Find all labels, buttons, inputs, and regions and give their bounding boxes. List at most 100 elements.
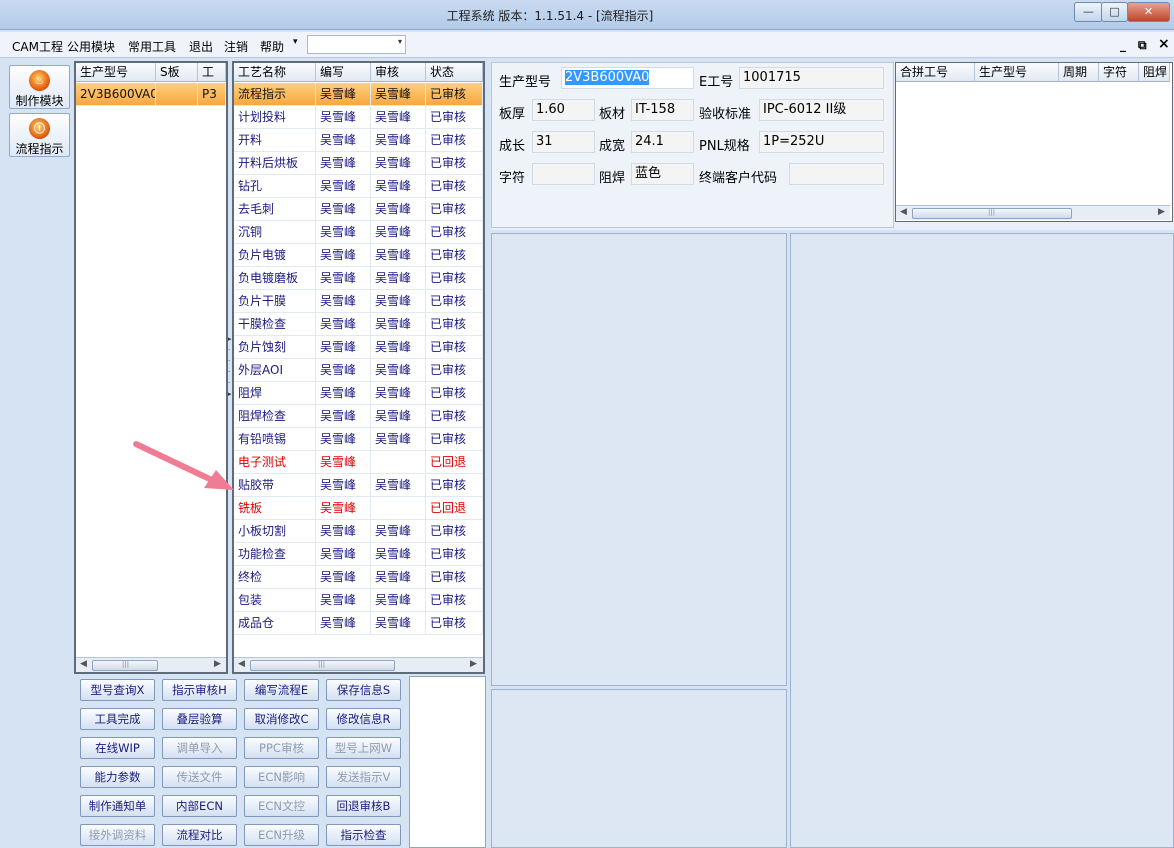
action-button-23[interactable]: ECN升级 xyxy=(244,824,319,846)
horizontal-scrollbar[interactable]: ◀ ||| ▶ xyxy=(896,205,1170,220)
table-row[interactable]: 负片干膜 吴雪峰 吴雪峰 已审核 xyxy=(234,290,483,313)
length-field[interactable]: 31 xyxy=(532,131,595,153)
action-button-6[interactable]: 叠层验算 xyxy=(162,708,237,730)
table-row[interactable]: 外层AOI 吴雪峰 吴雪峰 已审核 xyxy=(234,359,483,382)
table-row[interactable]: 终检 吴雪峰 吴雪峰 已审核 xyxy=(234,566,483,589)
mdi-close-button[interactable]: × xyxy=(1158,36,1170,52)
table-row[interactable]: 功能检查 吴雪峰 吴雪峰 已审核 xyxy=(234,543,483,566)
action-button-21[interactable]: 接外调资料 xyxy=(80,824,155,846)
table-row[interactable]: 包装 吴雪峰 吴雪峰 已审核 xyxy=(234,589,483,612)
col-s-board[interactable]: S板 xyxy=(156,63,198,82)
action-button-3[interactable]: 编写流程E xyxy=(244,679,319,701)
table-row[interactable]: 阻焊检查 吴雪峰 吴雪峰 已审核 xyxy=(234,405,483,428)
col-writer[interactable]: 编写 xyxy=(316,63,371,82)
mdi-restore-button[interactable]: ⧉ xyxy=(1138,38,1147,53)
action-button-12[interactable]: 型号上网W xyxy=(326,737,401,759)
table-row[interactable]: 阻焊 吴雪峰 吴雪峰 已审核 xyxy=(234,382,483,405)
table-row[interactable]: 成品仓 吴雪峰 吴雪峰 已审核 xyxy=(234,612,483,635)
width-field[interactable]: 24.1 xyxy=(631,131,694,153)
splitter-handle[interactable]: ▸ · · · · ▸ xyxy=(228,334,232,400)
scroll-right-icon[interactable]: ▶ xyxy=(214,659,221,669)
customer-code-field[interactable] xyxy=(789,163,884,185)
menu-overflow-chevron-icon[interactable]: ▾ xyxy=(293,37,298,53)
action-button-11[interactable]: PPC审核 xyxy=(244,737,319,759)
customer-code-label: 终端客户代码 xyxy=(699,171,778,186)
menu-help[interactable]: 帮助 xyxy=(260,38,284,54)
scroll-left-icon[interactable]: ◀ xyxy=(80,659,87,669)
table-row[interactable]: 干膜检查 吴雪峰 吴雪峰 已审核 xyxy=(234,313,483,336)
action-button-9[interactable]: 在线WIP xyxy=(80,737,155,759)
close-button[interactable]: ✕ xyxy=(1127,2,1170,22)
action-button-8[interactable]: 修改信息R xyxy=(326,708,401,730)
nav-item-process-instruction[interactable]: Ⓘ 流程指示 xyxy=(9,113,70,157)
action-button-13[interactable]: 能力参数 xyxy=(80,766,155,788)
menu-common-modules[interactable]: 公用模块 xyxy=(67,38,115,54)
maximize-button[interactable]: □ xyxy=(1101,2,1128,22)
action-button-4[interactable]: 保存信息S xyxy=(326,679,401,701)
col-silkscreen[interactable]: 字符 xyxy=(1099,63,1139,82)
menu-cam[interactable]: CAM工程 xyxy=(12,38,63,54)
action-button-2[interactable]: 指示审核H xyxy=(162,679,237,701)
action-button-20[interactable]: 回退审核B xyxy=(326,795,401,817)
col-model[interactable]: 生产型号 xyxy=(76,63,156,82)
minimize-button[interactable]: — xyxy=(1074,2,1103,22)
horizontal-scrollbar[interactable]: ◀ ||| ▶ xyxy=(234,657,483,672)
table-row[interactable]: 有铅喷锡 吴雪峰 吴雪峰 已审核 xyxy=(234,428,483,451)
standard-field[interactable]: IPC-6012 II级 xyxy=(759,99,884,121)
scroll-right-icon[interactable]: ▶ xyxy=(470,659,477,669)
col-reviewer[interactable]: 审核 xyxy=(371,63,426,82)
process-reviewer-cell: 吴雪峰 xyxy=(371,336,426,359)
action-button-7[interactable]: 取消修改C xyxy=(244,708,319,730)
action-button-22[interactable]: 流程对比 xyxy=(162,824,237,846)
menu-exit[interactable]: 退出 xyxy=(189,38,213,54)
action-button-18[interactable]: 内部ECN xyxy=(162,795,237,817)
table-row[interactable]: 电子测试 吴雪峰 已回退 xyxy=(234,451,483,474)
col-status[interactable]: 状态 xyxy=(426,63,483,82)
action-button-14[interactable]: 传送文件 xyxy=(162,766,237,788)
action-button-1[interactable]: 型号查询X xyxy=(80,679,155,701)
col-cycle[interactable]: 周期 xyxy=(1059,63,1099,82)
model-field[interactable]: 2V3B600VA0 xyxy=(561,67,694,89)
table-row[interactable]: 钻孔 吴雪峰 吴雪峰 已审核 xyxy=(234,175,483,198)
action-button-16[interactable]: 发送指示V xyxy=(326,766,401,788)
col-process-name[interactable]: 工艺名称 xyxy=(234,63,316,82)
table-row[interactable]: 2V3B600VA0 P3 xyxy=(76,83,226,106)
thickness-field[interactable]: 1.60 xyxy=(532,99,595,121)
table-row[interactable]: 开料后烘板 吴雪峰 吴雪峰 已审核 xyxy=(234,152,483,175)
table-row[interactable]: 负片蚀刻 吴雪峰 吴雪峰 已审核 xyxy=(234,336,483,359)
menu-common-tools[interactable]: 常用工具 xyxy=(128,38,176,54)
action-button-24[interactable]: 指示检查 xyxy=(326,824,401,846)
pnl-field[interactable]: 1P=252U xyxy=(759,131,884,153)
table-row[interactable]: 沉铜 吴雪峰 吴雪峰 已审核 xyxy=(234,221,483,244)
menu-logout[interactable]: 注销 xyxy=(224,38,248,54)
action-button-17[interactable]: 制作通知单 xyxy=(80,795,155,817)
table-row[interactable]: 负电镀磨板 吴雪峰 吴雪峰 已审核 xyxy=(234,267,483,290)
scroll-left-icon[interactable]: ◀ xyxy=(900,207,907,217)
col-factory[interactable]: 工厂 xyxy=(198,63,226,97)
table-row[interactable]: 负片电镀 吴雪峰 吴雪峰 已审核 xyxy=(234,244,483,267)
soldermask-field[interactable]: 蓝色 xyxy=(631,163,694,185)
col-merge-no[interactable]: 合拼工号 xyxy=(896,63,975,82)
col-model[interactable]: 生产型号 xyxy=(975,63,1059,82)
table-row[interactable]: 流程指示 吴雪峰 吴雪峰 已审核 xyxy=(234,83,483,106)
e-no-field[interactable]: 1001715 xyxy=(739,67,884,89)
mdi-minimize-button[interactable]: _ xyxy=(1120,38,1126,52)
silkscreen-field[interactable] xyxy=(532,163,595,185)
table-row[interactable]: 铣板 吴雪峰 已回退 xyxy=(234,497,483,520)
table-row[interactable]: 贴胶带 吴雪峰 吴雪峰 已审核 xyxy=(234,474,483,497)
material-field[interactable]: IT-158 xyxy=(631,99,694,121)
nav-item-make-module[interactable]: ♨ 制作模块 xyxy=(9,65,70,109)
table-row[interactable]: 去毛刺 吴雪峰 吴雪峰 已审核 xyxy=(234,198,483,221)
table-row[interactable]: 计划投料 吴雪峰 吴雪峰 已审核 xyxy=(234,106,483,129)
scroll-left-icon[interactable]: ◀ xyxy=(238,659,245,669)
action-button-19[interactable]: ECN文控 xyxy=(244,795,319,817)
action-button-15[interactable]: ECN影响 xyxy=(244,766,319,788)
col-soldermask[interactable]: 阻焊 xyxy=(1139,63,1170,82)
action-button-5[interactable]: 工具完成 xyxy=(80,708,155,730)
table-row[interactable]: 开料 吴雪峰 吴雪峰 已审核 xyxy=(234,129,483,152)
menu-combo-box[interactable]: ▾ xyxy=(307,35,406,54)
action-button-10[interactable]: 调单导入 xyxy=(162,737,237,759)
scroll-right-icon[interactable]: ▶ xyxy=(1158,207,1165,217)
horizontal-scrollbar[interactable]: ◀ ||| ▶ xyxy=(76,657,226,672)
table-row[interactable]: 小板切割 吴雪峰 吴雪峰 已审核 xyxy=(234,520,483,543)
